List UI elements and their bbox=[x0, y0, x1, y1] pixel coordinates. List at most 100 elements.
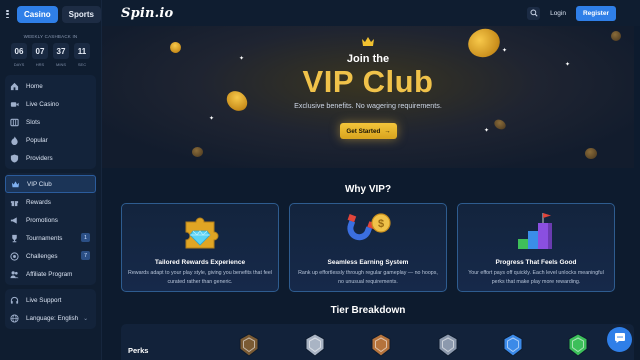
tier-badge-bronze-dim-icon bbox=[238, 333, 260, 357]
countdown-hours: 07 bbox=[32, 43, 48, 59]
site-logo[interactable]: Spin.io bbox=[121, 6, 173, 21]
flame-icon bbox=[10, 135, 19, 145]
arrow-right-icon: → bbox=[384, 127, 391, 135]
tier-breakdown-heading: Tier Breakdown bbox=[330, 305, 406, 316]
chat-button[interactable] bbox=[607, 327, 632, 352]
benefit-card: Tailored Rewards Experience Rewards adap… bbox=[121, 203, 279, 292]
benefit-card: Progress That Feels Good Your effort pay… bbox=[457, 203, 615, 292]
sidebar-item-slots[interactable]: Slots bbox=[5, 113, 96, 131]
countdown-label-seconds: SEC bbox=[77, 62, 87, 67]
sidebar-item-vip-club[interactable]: VIP Club bbox=[5, 175, 96, 193]
sidebar-item-label: Rewards bbox=[26, 198, 51, 206]
countdown-minutes: 37 bbox=[53, 43, 69, 59]
countdown-seconds: 11 bbox=[74, 43, 90, 59]
sidebar-item-label: Affiliate Program bbox=[26, 270, 73, 278]
sidebar-item-challenges[interactable]: Challenges 7 bbox=[5, 247, 96, 265]
countdown-days: 06 bbox=[11, 43, 27, 59]
headset-icon bbox=[10, 296, 19, 305]
sidebar-item-live-casino[interactable]: Live Casino bbox=[5, 95, 96, 113]
search-button[interactable] bbox=[527, 4, 541, 22]
crown-icon bbox=[11, 180, 20, 189]
tier-badge-steel-icon bbox=[437, 333, 459, 357]
sidebar-item-live-support[interactable]: Live Support bbox=[5, 291, 96, 309]
video-icon bbox=[10, 100, 19, 109]
nav-group-casino: Home Live Casino Slots Popular Providers bbox=[5, 75, 96, 169]
shield-icon bbox=[10, 153, 19, 163]
sidebar-item-label: Live Support bbox=[26, 296, 62, 304]
benefit-card: $ Seamless Earning System Rank up effort… bbox=[289, 203, 447, 292]
search-icon bbox=[530, 4, 538, 22]
tier-badge-emerald-icon bbox=[567, 333, 589, 357]
sidebar-item-label: Popular bbox=[26, 136, 48, 144]
benefit-card-title: Seamless Earning System bbox=[327, 259, 409, 266]
sidebar-item-label: Promotions bbox=[26, 216, 58, 224]
tier-badge-sapphire-icon bbox=[502, 333, 524, 357]
tab-sports[interactable]: Sports bbox=[61, 5, 101, 23]
nav-group-rewards: VIP Club Rewards Promotions Tournaments … bbox=[5, 173, 96, 285]
sidebar-item-providers[interactable]: Providers bbox=[5, 149, 96, 167]
sparkle-icon: ✦ bbox=[209, 116, 215, 122]
coin-decoration-icon bbox=[611, 31, 621, 41]
vip-hero-banner: ✦ ✦ ✦ ✦ ✦ Join the VIP Club Exclusive be… bbox=[102, 26, 634, 168]
stairs-flag-icon bbox=[458, 209, 614, 255]
sidebar-nav: Home Live Casino Slots Popular Providers bbox=[0, 75, 101, 329]
hero-title: VIP Club bbox=[302, 64, 434, 99]
login-button[interactable]: Login bbox=[550, 10, 566, 17]
coin-decoration-icon bbox=[192, 147, 203, 157]
sidebar-item-label: Providers bbox=[26, 154, 53, 162]
sidebar-item-tournaments[interactable]: Tournaments 1 bbox=[5, 229, 96, 247]
countdown-label-days: DAYS bbox=[13, 62, 25, 67]
sidebar-item-home[interactable]: Home bbox=[5, 77, 96, 95]
weekly-cashback-title: WEEKLY CASHBACK IN bbox=[23, 34, 78, 39]
sidebar-item-label: Slots bbox=[26, 118, 40, 126]
language-selector[interactable]: Language: English ⌄ bbox=[5, 309, 96, 327]
trophy-icon bbox=[10, 234, 19, 243]
chevron-down-icon: ⌄ bbox=[83, 315, 89, 322]
crown-icon bbox=[361, 36, 375, 50]
benefit-card-title: Progress That Feels Good bbox=[495, 259, 577, 266]
why-vip-heading: Why VIP? bbox=[344, 184, 392, 195]
sidebar-top: Casino Sports bbox=[0, 0, 101, 28]
menu-icon[interactable] bbox=[6, 8, 9, 20]
benefit-card-title: Tailored Rewards Experience bbox=[154, 259, 246, 266]
sidebar-item-affiliate[interactable]: Affiliate Program bbox=[5, 265, 96, 283]
top-header: Spin.io Login Register bbox=[102, 0, 640, 26]
get-started-button[interactable]: Get Started → bbox=[340, 123, 397, 139]
countdown-label-minutes: MINS bbox=[56, 62, 66, 67]
hero-subtitle: Exclusive benefits. No wagering requirem… bbox=[294, 101, 442, 110]
users-icon bbox=[10, 270, 19, 279]
header-actions: Login Register bbox=[527, 4, 616, 22]
megaphone-icon bbox=[10, 216, 19, 225]
benefit-card-desc: Rewards adapt to your play style, giving… bbox=[128, 270, 272, 285]
get-started-label: Get Started bbox=[346, 127, 381, 135]
sidebar-item-label: Tournaments bbox=[26, 234, 63, 242]
sparkle-icon: ✦ bbox=[484, 128, 490, 134]
target-icon bbox=[10, 251, 19, 261]
sidebar: Casino Sports WEEKLY CASHBACK IN 06 07 3… bbox=[0, 0, 102, 360]
sidebar-item-rewards[interactable]: Rewards bbox=[5, 193, 96, 211]
tab-casino[interactable]: Casino bbox=[16, 5, 58, 23]
tournaments-count-badge: 1 bbox=[81, 233, 90, 242]
challenges-count-badge: 7 bbox=[81, 251, 90, 260]
sidebar-item-label: Challenges bbox=[26, 252, 58, 260]
chat-bubble-icon bbox=[614, 331, 626, 349]
magnet-coin-icon: $ bbox=[290, 209, 446, 255]
benefit-card-desc: Rank up effortlessly through regular gam… bbox=[298, 270, 438, 285]
sidebar-item-popular[interactable]: Popular bbox=[5, 131, 96, 149]
svg-text:$: $ bbox=[378, 218, 384, 230]
countdown-label-hours: HRS bbox=[35, 62, 45, 67]
register-button[interactable]: Register bbox=[575, 5, 616, 21]
globe-icon bbox=[10, 313, 19, 323]
app-root: Casino Sports WEEKLY CASHBACK IN 06 07 3… bbox=[0, 0, 640, 360]
perks-label: Perks bbox=[128, 346, 149, 355]
coin-decoration-icon bbox=[585, 148, 597, 159]
language-label: Language: English bbox=[26, 314, 79, 322]
sidebar-item-promotions[interactable]: Promotions bbox=[5, 211, 96, 229]
gift-icon bbox=[10, 198, 19, 207]
cashback-countdown: 06 07 37 11 bbox=[0, 43, 101, 59]
sidebar-item-label: Home bbox=[26, 82, 43, 90]
benefit-card-desc: Your effort pays off quickly. Each level… bbox=[468, 270, 604, 285]
sidebar-item-label: VIP Club bbox=[27, 180, 52, 188]
slots-icon bbox=[10, 118, 19, 127]
tier-badge-bronze-icon bbox=[370, 333, 392, 357]
